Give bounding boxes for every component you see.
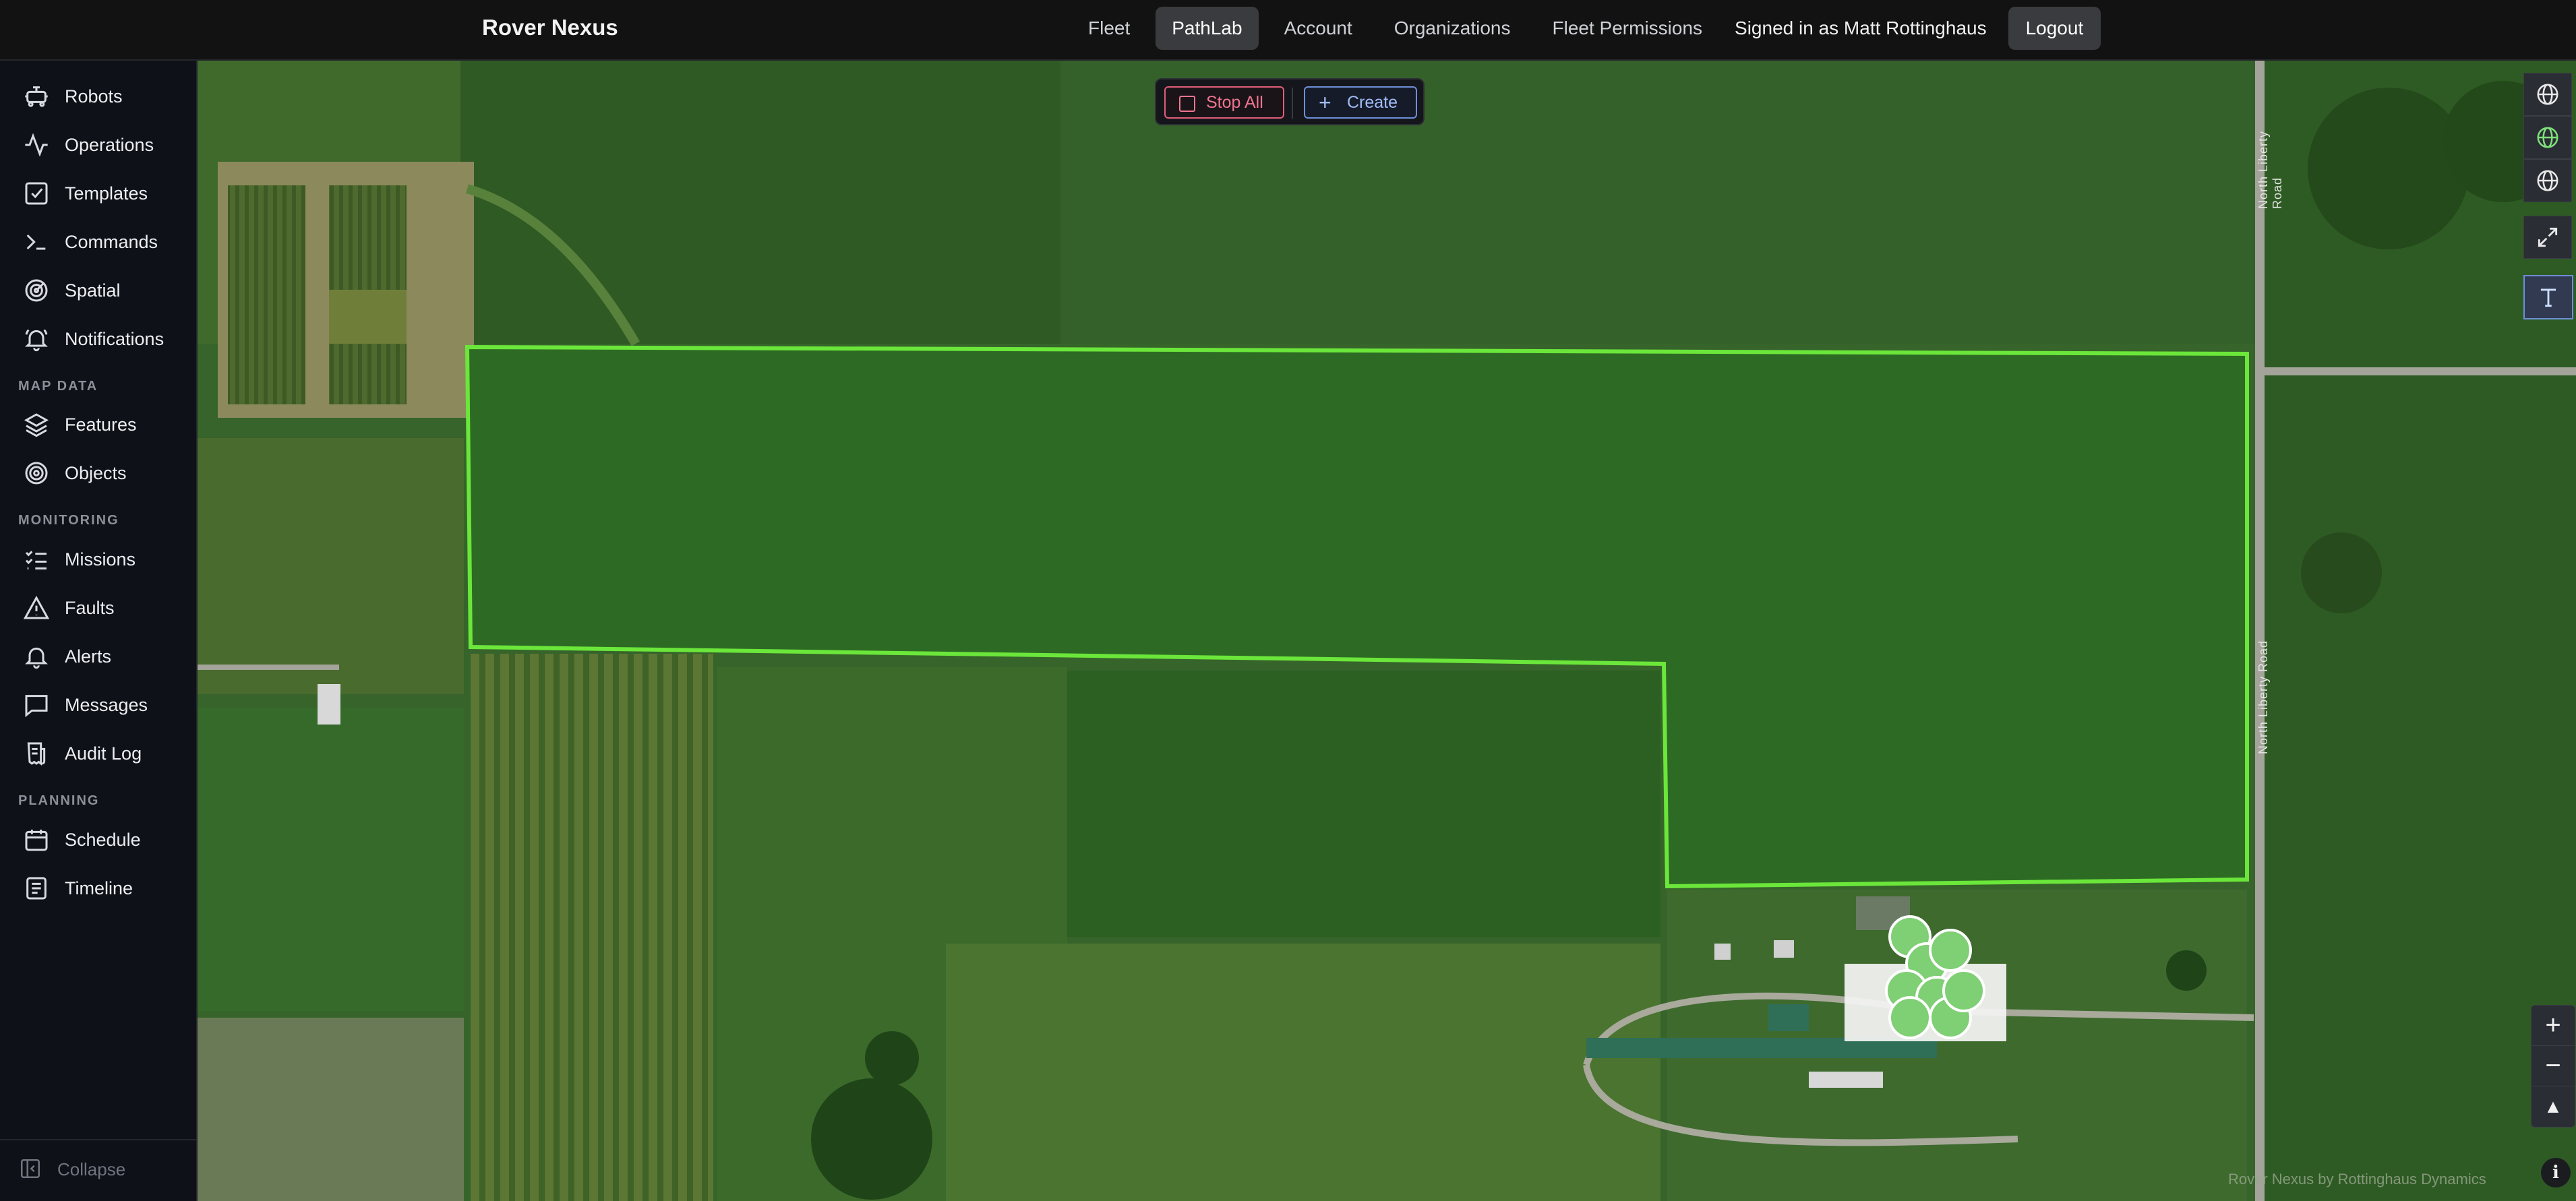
sidebar-item-label: Alerts [65, 646, 112, 667]
sidebar-item-audit-log[interactable]: Audit Log [0, 730, 196, 777]
document-icon [26, 877, 47, 900]
message-icon [25, 695, 48, 718]
sidebar-item-label: Notifications [65, 328, 164, 349]
text-tool-icon [2540, 288, 2556, 307]
sidebar-item-messages[interactable]: Messages [0, 681, 196, 729]
layers-icon [24, 413, 49, 437]
map-toolbar: Stop All + Create [1155, 78, 1425, 125]
nav-pathlab[interactable]: PathLab [1156, 7, 1259, 50]
sidebar-item-templates[interactable]: Templates [0, 170, 196, 217]
road-label: North Liberty Road [2256, 640, 2270, 755]
sidebar-item-faults[interactable]: Faults [0, 584, 196, 632]
main-nav: Fleet PathLab Account Organizations Flee… [1072, 7, 2101, 50]
target-icon [25, 462, 48, 485]
map-style-globe-2-button[interactable] [2523, 116, 2572, 159]
sidebar-item-schedule[interactable]: Schedule [0, 816, 196, 863]
bell-icon [25, 329, 48, 352]
sidebar-item-label: Templates [65, 183, 148, 204]
zoom-controls: + − ▲ [2531, 1005, 2575, 1128]
satellite-imagery [198, 61, 2576, 1201]
sidebar-item-label: Spatial [65, 280, 121, 301]
reset-north-button[interactable]: ▲ [2532, 1086, 2575, 1126]
nav-organizations[interactable]: Organizations [1378, 7, 1527, 50]
sidebar-item-label: Audit Log [65, 743, 142, 764]
logout-button[interactable]: Logout [2008, 7, 2101, 50]
collapse-button[interactable]: Collapse [0, 1139, 196, 1201]
collapse-label: Collapse [57, 1159, 126, 1179]
road-label-top: North Liberty Road [2256, 130, 2284, 209]
sidebar-item-label: Timeline [65, 877, 133, 898]
toolbar-divider [1292, 88, 1293, 119]
sidebar-item-label: Objects [65, 462, 127, 483]
stop-all-label: Stop All [1206, 93, 1263, 112]
map-view[interactable]: North Liberty Road North Liberty Road St… [198, 61, 2576, 1201]
sidebar: Robots Operations Templates Commands Spa… [0, 61, 198, 1201]
terminal-icon [26, 234, 46, 250]
sidebar-item-label: Features [65, 414, 137, 435]
globe-icon [2537, 84, 2558, 105]
stop-all-button[interactable]: Stop All [1164, 86, 1284, 119]
sidebar-item-notifications[interactable]: Notifications [0, 315, 196, 363]
app-title[interactable]: Rover Nexus [482, 0, 618, 55]
map-style-globe-1-button[interactable] [2523, 73, 2572, 116]
sidebar-item-commands[interactable]: Commands [0, 218, 196, 266]
globe-icon [2537, 170, 2558, 191]
bell-icon [25, 647, 48, 669]
section-heading-map-data: MAP DATA [18, 379, 98, 394]
nav-account[interactable]: Account [1268, 7, 1369, 50]
plus-icon: + [1319, 90, 1331, 115]
create-label: Create [1347, 93, 1398, 112]
sidebar-item-alerts[interactable]: Alerts [0, 633, 196, 680]
robot-icon [25, 86, 48, 107]
collapse-icon [20, 1159, 40, 1179]
sidebar-item-robots[interactable]: Robots [0, 73, 196, 120]
sidebar-item-missions[interactable]: Missions [0, 536, 196, 583]
map-attribution: Rover Nexus by Rottinghaus Dynamics [2228, 1171, 2486, 1188]
map-style-globe-3-button[interactable] [2523, 159, 2572, 202]
sidebar-item-operations[interactable]: Operations [0, 121, 196, 168]
expand-icon [2538, 227, 2558, 247]
calendar-icon [25, 830, 48, 851]
top-navbar: Rover Nexus Fleet PathLab Account Organi… [0, 0, 2576, 61]
activity-icon [25, 133, 48, 157]
section-heading-monitoring: MONITORING [18, 513, 119, 528]
sidebar-item-label: Faults [65, 597, 115, 618]
list-check-icon [25, 551, 47, 569]
checkbox-icon [25, 182, 48, 205]
signed-in-label: Signed in as Matt Rottinghaus [1735, 18, 1987, 38]
globe-icon [2537, 127, 2558, 148]
sidebar-item-label: Robots [65, 86, 123, 106]
sidebar-item-label: Messages [65, 694, 148, 715]
sidebar-item-timeline[interactable]: Timeline [0, 865, 196, 912]
fullscreen-button[interactable] [2523, 216, 2572, 259]
section-heading-planning: PLANNING [18, 793, 100, 808]
sidebar-item-label: Operations [65, 134, 154, 155]
sidebar-item-spatial[interactable]: Spatial [0, 267, 196, 314]
radar-icon [25, 279, 48, 302]
sidebar-item-features[interactable]: Features [0, 401, 196, 448]
sidebar-item-label: Schedule [65, 829, 141, 850]
sidebar-item-objects[interactable]: Objects [0, 450, 196, 497]
nav-fleet[interactable]: Fleet [1072, 7, 1146, 50]
zoom-in-button[interactable]: + [2532, 1006, 2575, 1046]
nav-fleet-permissions[interactable]: Fleet Permissions [1536, 7, 1719, 50]
sidebar-item-label: Missions [65, 549, 136, 569]
stop-icon [1179, 96, 1195, 112]
info-icon[interactable]: i [2541, 1158, 2571, 1188]
warning-icon [23, 595, 50, 619]
create-button[interactable]: + Create [1304, 86, 1417, 119]
sidebar-item-label: Commands [65, 231, 158, 252]
text-tool-button[interactable] [2523, 275, 2573, 319]
receipt-icon [27, 742, 46, 766]
zoom-out-button[interactable]: − [2532, 1046, 2575, 1086]
